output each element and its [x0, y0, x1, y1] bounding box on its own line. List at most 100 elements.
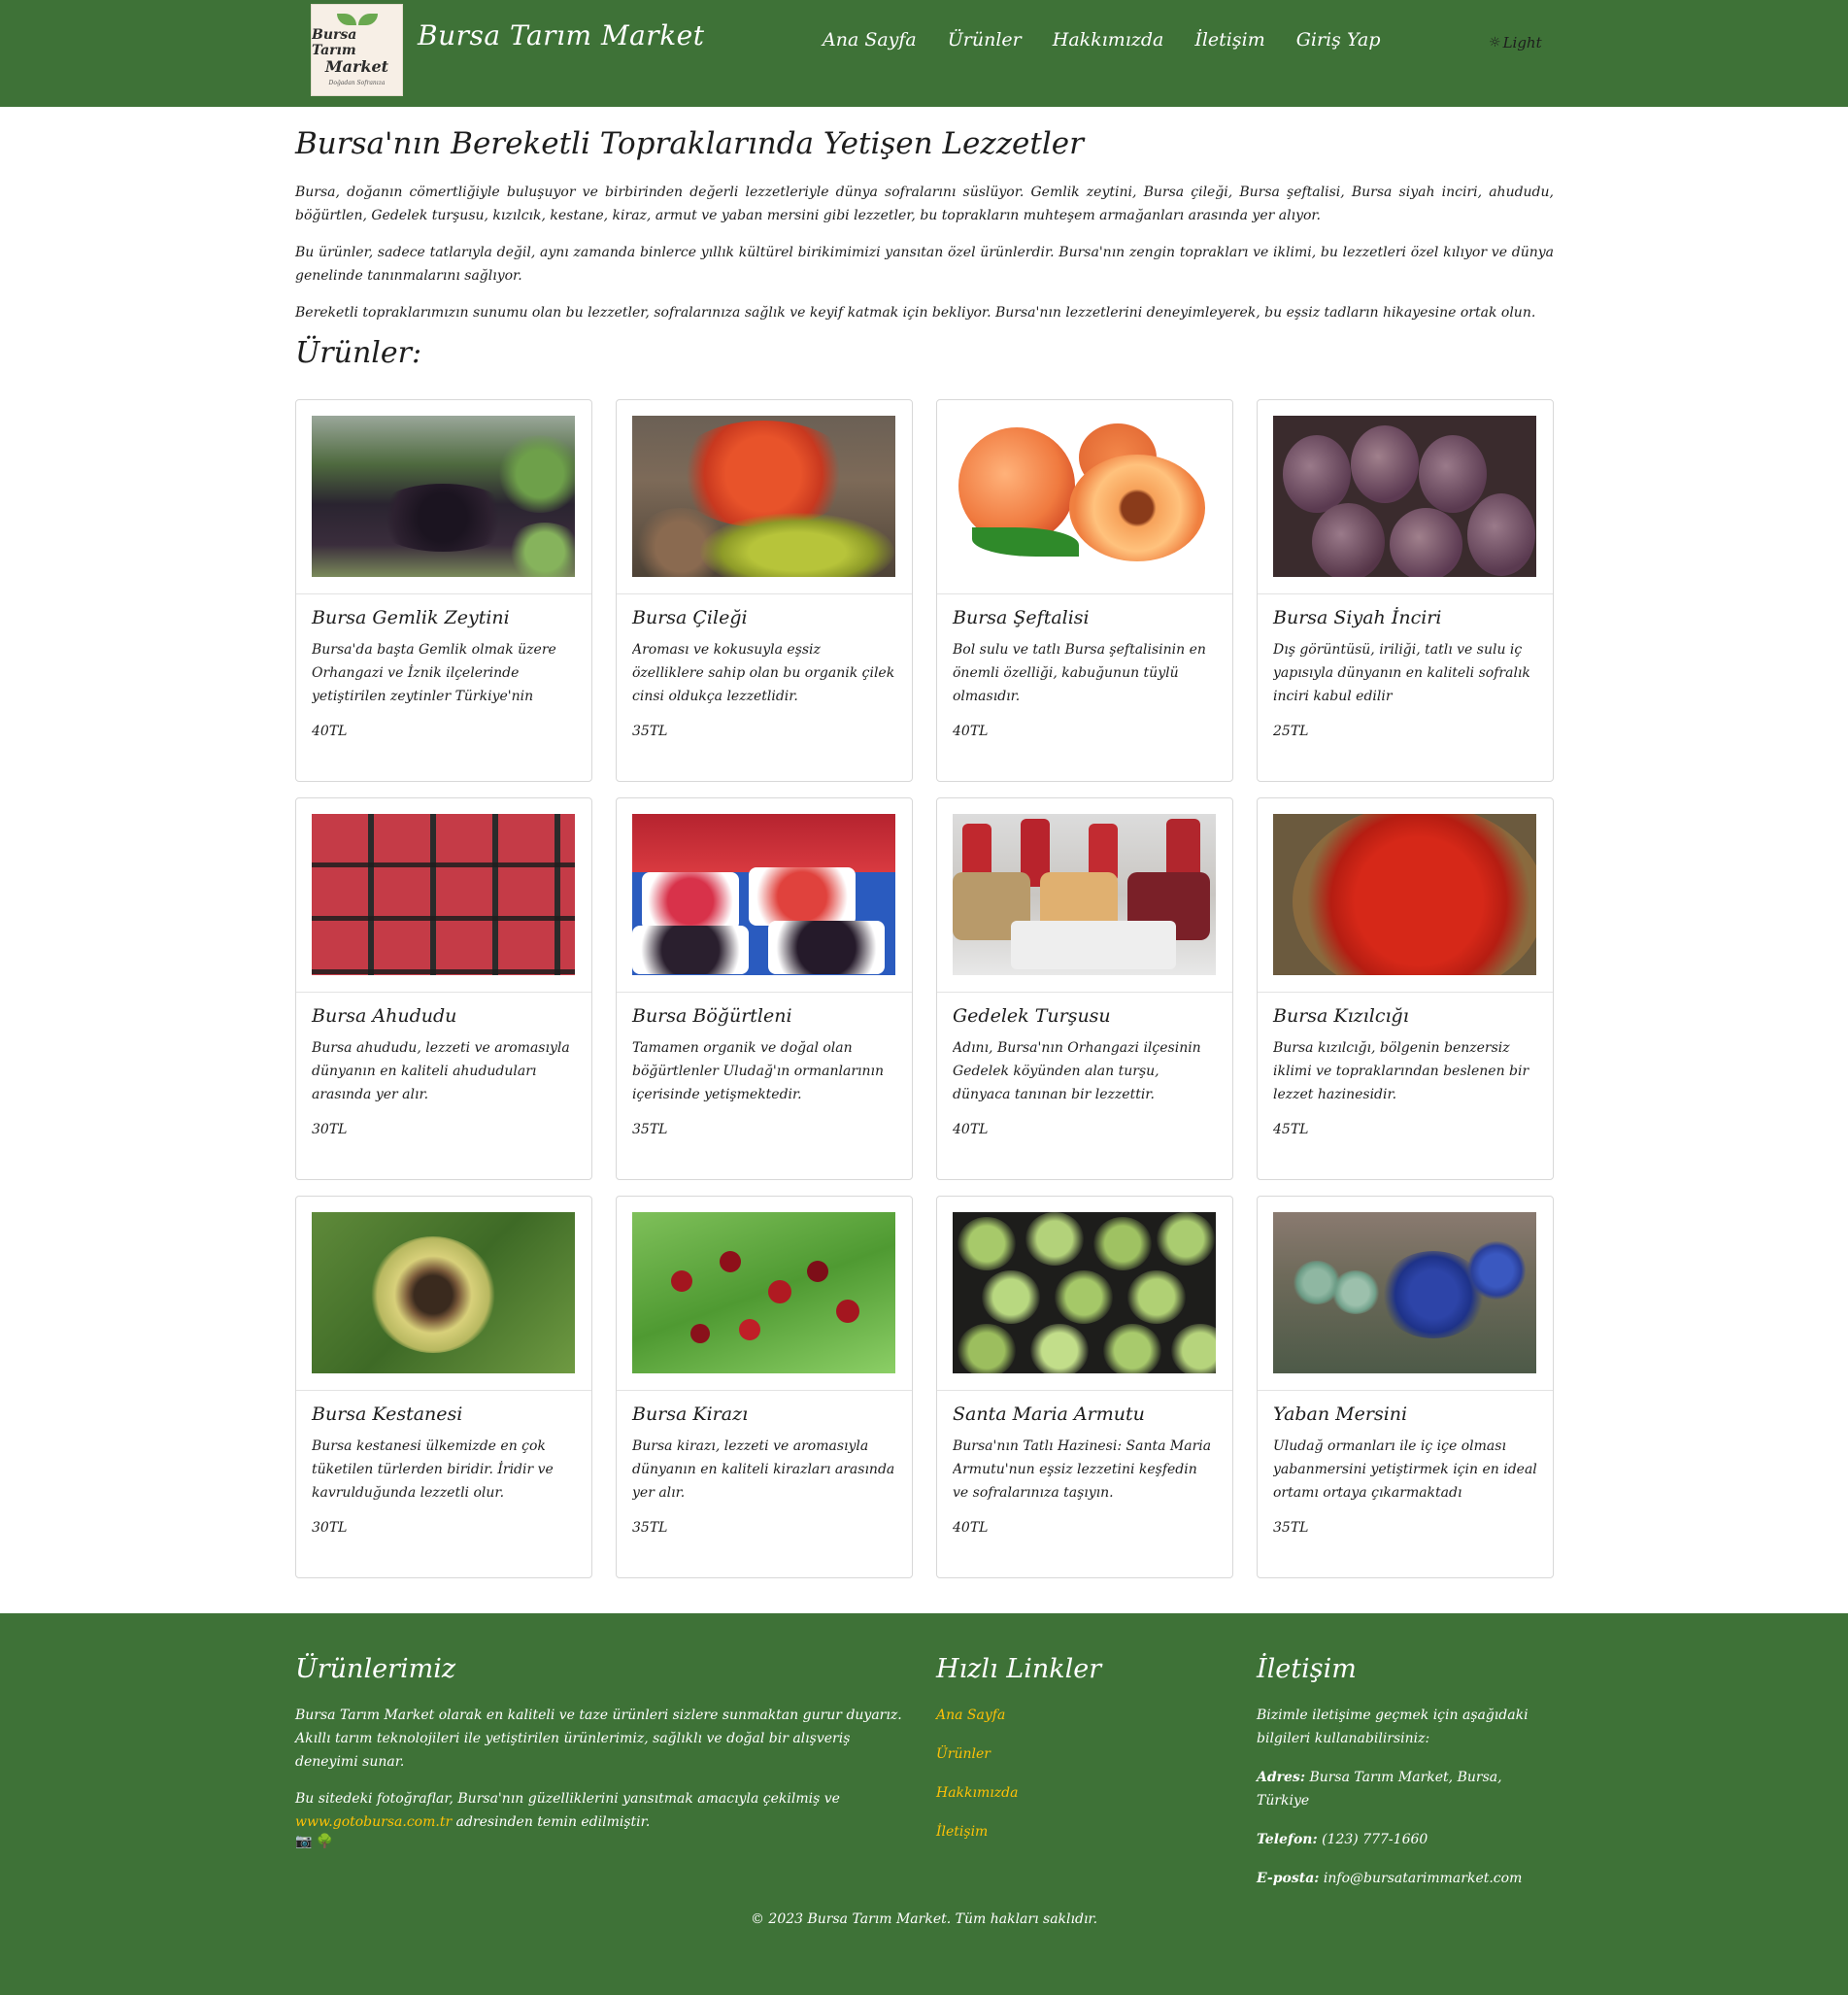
product-description: Bursa kirazı, lezzeti ve aromasıyla düny… — [632, 1438, 895, 1501]
product-price: 45TL — [1273, 1122, 1309, 1137]
site-header: Bursa Tarım Market Doğadan Sofranıza Bur… — [0, 0, 1848, 107]
sun-icon: ☼ — [1489, 35, 1501, 51]
site-footer: Ürünlerimiz Bursa Tarım Market olarak en… — [0, 1613, 1848, 1995]
product-image — [1273, 814, 1536, 975]
nav-login[interactable]: Giriş Yap — [1296, 29, 1381, 51]
product-card[interactable]: Bursa Kestanesi Bursa kestanesi ülkemizd… — [295, 1196, 592, 1578]
product-price: 40TL — [953, 1520, 989, 1536]
product-card[interactable]: Bursa Siyah İnciri Dış görüntüsü, iriliğ… — [1257, 399, 1554, 782]
nav-about[interactable]: Hakkımızda — [1053, 29, 1164, 51]
tree-icon: 🌳 — [316, 1834, 333, 1849]
nav-contact[interactable]: İletişim — [1194, 29, 1264, 51]
product-name: Bursa Ahududu — [312, 1005, 457, 1027]
logo-line-2: Market — [324, 57, 389, 76]
photo-source-link[interactable]: www.gotobursa.com.tr — [295, 1814, 452, 1830]
product-image — [632, 1212, 895, 1373]
nav-products[interactable]: Ürünler — [948, 29, 1022, 51]
camera-icon: 📷 — [295, 1834, 313, 1849]
product-price: 40TL — [312, 724, 348, 739]
product-name: Bursa Siyah İnciri — [1273, 607, 1442, 628]
footer-photo-credit: Bu sitedeki fotoğraflar, Bursa'nın güzel… — [295, 1791, 840, 1830]
product-name: Santa Maria Armutu — [953, 1403, 1145, 1425]
product-card[interactable]: Santa Maria Armutu Bursa'nın Tatlı Hazin… — [936, 1196, 1233, 1578]
product-image — [1273, 1212, 1536, 1373]
product-image — [953, 416, 1216, 577]
main-content: Bursa'nın Bereketli Topraklarında Yetişe… — [295, 107, 1554, 1578]
product-price: 30TL — [312, 1520, 348, 1536]
product-name: Bursa Kızılcığı — [1273, 1005, 1409, 1027]
product-name: Gedelek Turşusu — [953, 1005, 1111, 1027]
product-card[interactable]: Bursa Ahududu Bursa ahududu, lezzeti ve … — [295, 797, 592, 1180]
product-image — [953, 1212, 1216, 1373]
product-image — [632, 416, 895, 577]
product-price: 40TL — [953, 1122, 989, 1137]
footer-links-title: Hızlı Linkler — [936, 1654, 1102, 1684]
logo[interactable]: Bursa Tarım Market Doğadan Sofranıza — [311, 4, 403, 96]
intro-paragraph: Bereketli topraklarımızın sunumu olan bu… — [295, 305, 1536, 321]
product-price: 35TL — [632, 724, 668, 739]
product-card[interactable]: Bursa Böğürtleni Tamamen organik ve doğa… — [616, 797, 913, 1180]
product-name: Bursa Şeftalisi — [953, 607, 1090, 628]
product-card[interactable]: Bursa Kızılcığı Bursa kızılcığı, bölgeni… — [1257, 797, 1554, 1180]
product-description: Uludağ ormanları ile iç içe olması yaban… — [1273, 1438, 1537, 1501]
page-title: Bursa'nın Bereketli Topraklarında Yetişe… — [295, 126, 1084, 161]
product-card[interactable]: Bursa Çileği Aroması ve kokusuyla eşsiz … — [616, 399, 913, 782]
theme-label: Light — [1502, 34, 1542, 51]
product-description: Bursa kızılcığı, bölgenin benzersiz ikli… — [1273, 1040, 1529, 1102]
footer-link-home[interactable]: Ana Sayfa — [936, 1708, 1005, 1723]
intro-paragraph: Bu ürünler, sadece tatlarıyla değil, ayn… — [295, 245, 1554, 284]
product-name: Bursa Kirazı — [632, 1403, 749, 1425]
product-price: 35TL — [632, 1520, 668, 1536]
main-nav: Ana Sayfa Ürünler Hakkımızda İletişim Gi… — [823, 29, 1381, 51]
product-description: Adını, Bursa'nın Orhangazi ilçesinin Ged… — [953, 1040, 1201, 1102]
product-image — [953, 814, 1216, 975]
product-description: Tamamen organik ve doğal olan böğürtlenl… — [632, 1040, 884, 1102]
product-name: Bursa Böğürtleni — [632, 1005, 792, 1027]
product-description: Bursa ahududu, lezzeti ve aromasıyla dün… — [312, 1040, 570, 1102]
intro-paragraph: Bursa, doğanın cömertliğiyle buluşuyor v… — [295, 185, 1554, 223]
product-card[interactable]: Bursa Kirazı Bursa kirazı, lezzeti ve ar… — [616, 1196, 913, 1578]
footer-about: Ürünlerimiz Bursa Tarım Market olarak en… — [295, 1654, 917, 1849]
footer-about-text: Bursa Tarım Market olarak en kaliteli ve… — [295, 1708, 902, 1770]
product-description: Bursa'nın Tatlı Hazinesi: Santa Maria Ar… — [953, 1438, 1212, 1501]
product-description: Bursa kestanesi ülkemizde en çok tüketil… — [312, 1438, 554, 1501]
product-image — [312, 814, 575, 975]
product-image — [312, 416, 575, 577]
footer-contact-intro: Bizimle iletişime geçmek için aşağıdaki … — [1257, 1708, 1529, 1746]
logo-line-1: Bursa Tarım — [312, 27, 357, 58]
product-name: Bursa Çileği — [632, 607, 748, 628]
theme-toggle[interactable]: ☼ Light — [1489, 34, 1542, 51]
product-name: Yaban Mersini — [1273, 1403, 1408, 1425]
footer-link-contact[interactable]: İletişim — [936, 1824, 988, 1840]
product-card[interactable]: Gedelek Turşusu Adını, Bursa'nın Orhanga… — [936, 797, 1233, 1180]
product-grid: Bursa Gemlik Zeytini Bursa'da başta Geml… — [295, 399, 1554, 1578]
footer-about-title: Ürünlerimiz — [295, 1654, 456, 1684]
product-card[interactable]: Bursa Gemlik Zeytini Bursa'da başta Geml… — [295, 399, 592, 782]
product-price: 35TL — [1273, 1520, 1309, 1536]
product-image — [632, 814, 895, 975]
footer-link-products[interactable]: Ürünler — [936, 1746, 991, 1762]
logo-tagline: Doğadan Sofranıza — [328, 80, 386, 86]
product-image — [312, 1212, 575, 1373]
brand-name[interactable]: Bursa Tarım Market — [418, 19, 704, 51]
product-name: Bursa Kestanesi — [312, 1403, 463, 1425]
leaf-icon — [336, 14, 378, 25]
footer-link-about[interactable]: Hakkımızda — [936, 1785, 1018, 1801]
product-price: 40TL — [953, 724, 989, 739]
product-price: 30TL — [312, 1122, 348, 1137]
product-description: Aroması ve kokusuyla eşsiz özelliklere s… — [632, 642, 895, 704]
footer-icons: 📷 🌳 — [295, 1834, 917, 1849]
nav-home[interactable]: Ana Sayfa — [823, 29, 917, 51]
product-image — [1273, 416, 1536, 577]
product-name: Bursa Gemlik Zeytini — [312, 607, 510, 628]
footer-email: E-posta: info@bursatarimmarket.com — [1257, 1871, 1523, 1886]
product-price: 35TL — [632, 1122, 668, 1137]
product-card[interactable]: Yaban Mersini Uludağ ormanları ile iç iç… — [1257, 1196, 1554, 1578]
footer-contact: İletişim Bizimle iletişime geçmek için a… — [1257, 1654, 1558, 1890]
footer-quick-links: Hızlı Linkler Ana Sayfa Ürünler Hakkımız… — [936, 1654, 1227, 1859]
products-heading: Ürünler: — [295, 336, 422, 370]
product-card[interactable]: Bursa Şeftalisi Bol sulu ve tatlı Bursa … — [936, 399, 1233, 782]
product-description: Dış görüntüsü, iriliği, tatlı ve sulu iç… — [1273, 642, 1530, 704]
product-price: 25TL — [1273, 724, 1309, 739]
copyright: © 2023 Bursa Tarım Market. Tüm hakları s… — [750, 1911, 1098, 1927]
